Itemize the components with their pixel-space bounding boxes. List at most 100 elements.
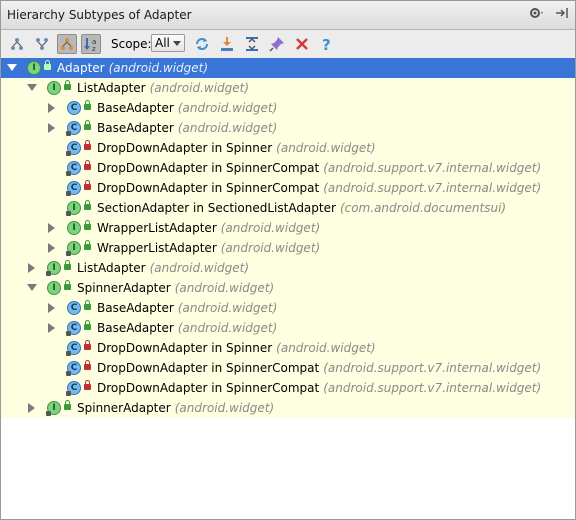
package-name: (android.widget) [220, 241, 321, 255]
sort-alphabetically-button[interactable]: az [81, 34, 101, 54]
tree-node-label: DropDownAdapter in SpinnerCompat (android… [97, 361, 541, 375]
package-name: (android.widget) [276, 341, 376, 355]
interface-icon: I [46, 261, 61, 276]
subtypes-hierarchy-button[interactable] [57, 34, 77, 54]
class-icon: C [66, 321, 81, 336]
type-name: DropDownAdapter in SpinnerCompat [97, 181, 320, 195]
public-visibility-icon [64, 280, 71, 291]
class-icon: C [67, 301, 81, 315]
tree-row[interactable]: I SpinnerAdapter (android.widget) [1, 398, 575, 418]
pin-icon [269, 37, 284, 52]
tree-row[interactable]: C DropDownAdapter in SpinnerCompat (androi… [1, 158, 575, 178]
tree-node-label: ListAdapter (android.widget) [77, 81, 249, 95]
tree-node-label: WrapperListAdapter (android.widget) [97, 241, 320, 255]
expand-all-button[interactable] [242, 34, 262, 54]
window-title: Hierarchy Subtypes of Adapter [7, 8, 192, 22]
public-visibility-icon [64, 260, 71, 271]
close-button[interactable] [292, 34, 312, 54]
public-visibility-icon [84, 240, 91, 251]
hierarchy-tree[interactable]: I Adapter (android.widget) I ListAdapter (and… [1, 58, 575, 418]
hierarchy-toolbar: az Scope: All ? [1, 30, 575, 59]
hide-panel-icon[interactable] [555, 7, 569, 23]
type-name: DropDownAdapter in SpinnerCompat [97, 361, 320, 375]
interface-icon: I [27, 61, 41, 75]
interface-icon: I [66, 241, 81, 256]
supertypes-hierarchy-button[interactable] [32, 34, 52, 54]
subtypes-icon [61, 38, 73, 50]
tree-row[interactable]: I ListAdapter (android.widget) [1, 78, 575, 98]
tree-row[interactable]: C BaseAdapter (android.widget) [1, 298, 575, 318]
interface-icon: I [67, 221, 81, 235]
public-visibility-icon [84, 220, 91, 231]
collapsed-arrow-icon[interactable] [28, 263, 35, 273]
public-visibility-icon [84, 300, 91, 311]
tree-row[interactable]: C BaseAdapter (android.widget) [1, 318, 575, 338]
expanded-arrow-icon[interactable] [27, 284, 37, 291]
tree-row[interactable]: C DropDownAdapter in SpinnerCompat (androi… [1, 178, 575, 198]
hierarchy-tool-window: Hierarchy Subtypes of Adapter az Scope: … [0, 0, 576, 520]
tree-row[interactable]: C DropDownAdapter in SpinnerCompat (androi… [1, 378, 575, 398]
type-name: DropDownAdapter in SpinnerCompat [97, 161, 320, 175]
public-visibility-icon [64, 400, 71, 411]
private-visibility-icon [84, 340, 91, 351]
expanded-arrow-icon[interactable] [7, 64, 17, 71]
scope-label: Scope: [111, 37, 152, 51]
tree-node-label: BaseAdapter (android.widget) [97, 101, 277, 115]
collapsed-arrow-icon[interactable] [48, 223, 55, 233]
gear-icon[interactable] [529, 6, 545, 24]
pin-button[interactable] [267, 34, 287, 54]
tree-row[interactable]: I Adapter (android.widget) [1, 58, 575, 78]
package-name: (android.widget) [177, 321, 278, 335]
tree-row[interactable]: C DropDownAdapter in Spinner (android.widg… [1, 338, 575, 358]
expanded-arrow-icon[interactable] [27, 84, 37, 91]
interface-icon: I [46, 401, 61, 416]
help-button[interactable]: ? [317, 34, 337, 54]
collapsed-arrow-icon[interactable] [48, 103, 55, 113]
type-name: ListAdapter [77, 261, 146, 275]
class-icon: C [66, 361, 81, 376]
class-icon: C [66, 381, 81, 396]
tree-node-label: DropDownAdapter in SpinnerCompat (android… [97, 161, 541, 175]
package-name: (android.support.v7.internal.widget) [323, 381, 542, 395]
tree-node-label: ListAdapter (android.widget) [77, 261, 249, 275]
package-name: (android.widget) [177, 121, 278, 135]
tree-row[interactable]: C DropDownAdapter in Spinner (android.widg… [1, 138, 575, 158]
tree-row[interactable]: C DropDownAdapter in SpinnerCompat (androi… [1, 358, 575, 378]
interface-icon: I [47, 81, 61, 95]
package-name: (android.widget) [177, 101, 278, 115]
collapsed-arrow-icon[interactable] [48, 243, 55, 253]
collapsed-arrow-icon[interactable] [28, 403, 35, 413]
package-name: (android.widget) [220, 221, 321, 235]
tree-node-label: WrapperListAdapter (android.widget) [97, 221, 320, 235]
collapsed-arrow-icon[interactable] [48, 323, 55, 333]
tree-row[interactable]: I SectionAdapter in SectionedListAdapter(… [1, 198, 575, 218]
refresh-button[interactable] [192, 34, 212, 54]
tree-row[interactable]: I ListAdapter (android.widget) [1, 258, 575, 278]
type-name: DropDownAdapter in Spinner [97, 141, 273, 155]
type-name: WrapperListAdapter [97, 221, 217, 235]
tree-row[interactable]: C BaseAdapter (android.widget) [1, 98, 575, 118]
type-hierarchy-button[interactable] [7, 34, 27, 54]
help-icon: ? [322, 36, 331, 52]
export-button[interactable] [217, 34, 237, 54]
collapsed-arrow-icon[interactable] [48, 123, 55, 133]
scope-dropdown[interactable]: All [151, 34, 185, 52]
type-name: BaseAdapter [97, 321, 174, 335]
public-visibility-icon [64, 80, 71, 91]
collapsed-arrow-icon[interactable] [48, 303, 55, 313]
type-name: ListAdapter [77, 81, 146, 95]
chevron-down-icon [173, 41, 181, 46]
private-visibility-icon [84, 180, 91, 191]
tree-row[interactable]: C BaseAdapter (android.widget) [1, 118, 575, 138]
tree-node-label: DropDownAdapter in Spinner (android.widge… [97, 141, 376, 155]
public-visibility-icon [84, 320, 91, 331]
tree-node-label: BaseAdapter (android.widget) [97, 301, 277, 315]
private-visibility-icon [84, 160, 91, 171]
tree-row[interactable]: I SpinnerAdapter (android.widget) [1, 278, 575, 298]
tree-node-label: BaseAdapter (android.widget) [97, 121, 277, 135]
package-name: (android.widget) [108, 61, 209, 75]
type-hierarchy-icon [11, 38, 23, 50]
tree-row[interactable]: I WrapperListAdapter (android.widget) [1, 218, 575, 238]
tree-row[interactable]: I WrapperListAdapter (android.widget) [1, 238, 575, 258]
svg-text:?: ? [322, 36, 331, 52]
